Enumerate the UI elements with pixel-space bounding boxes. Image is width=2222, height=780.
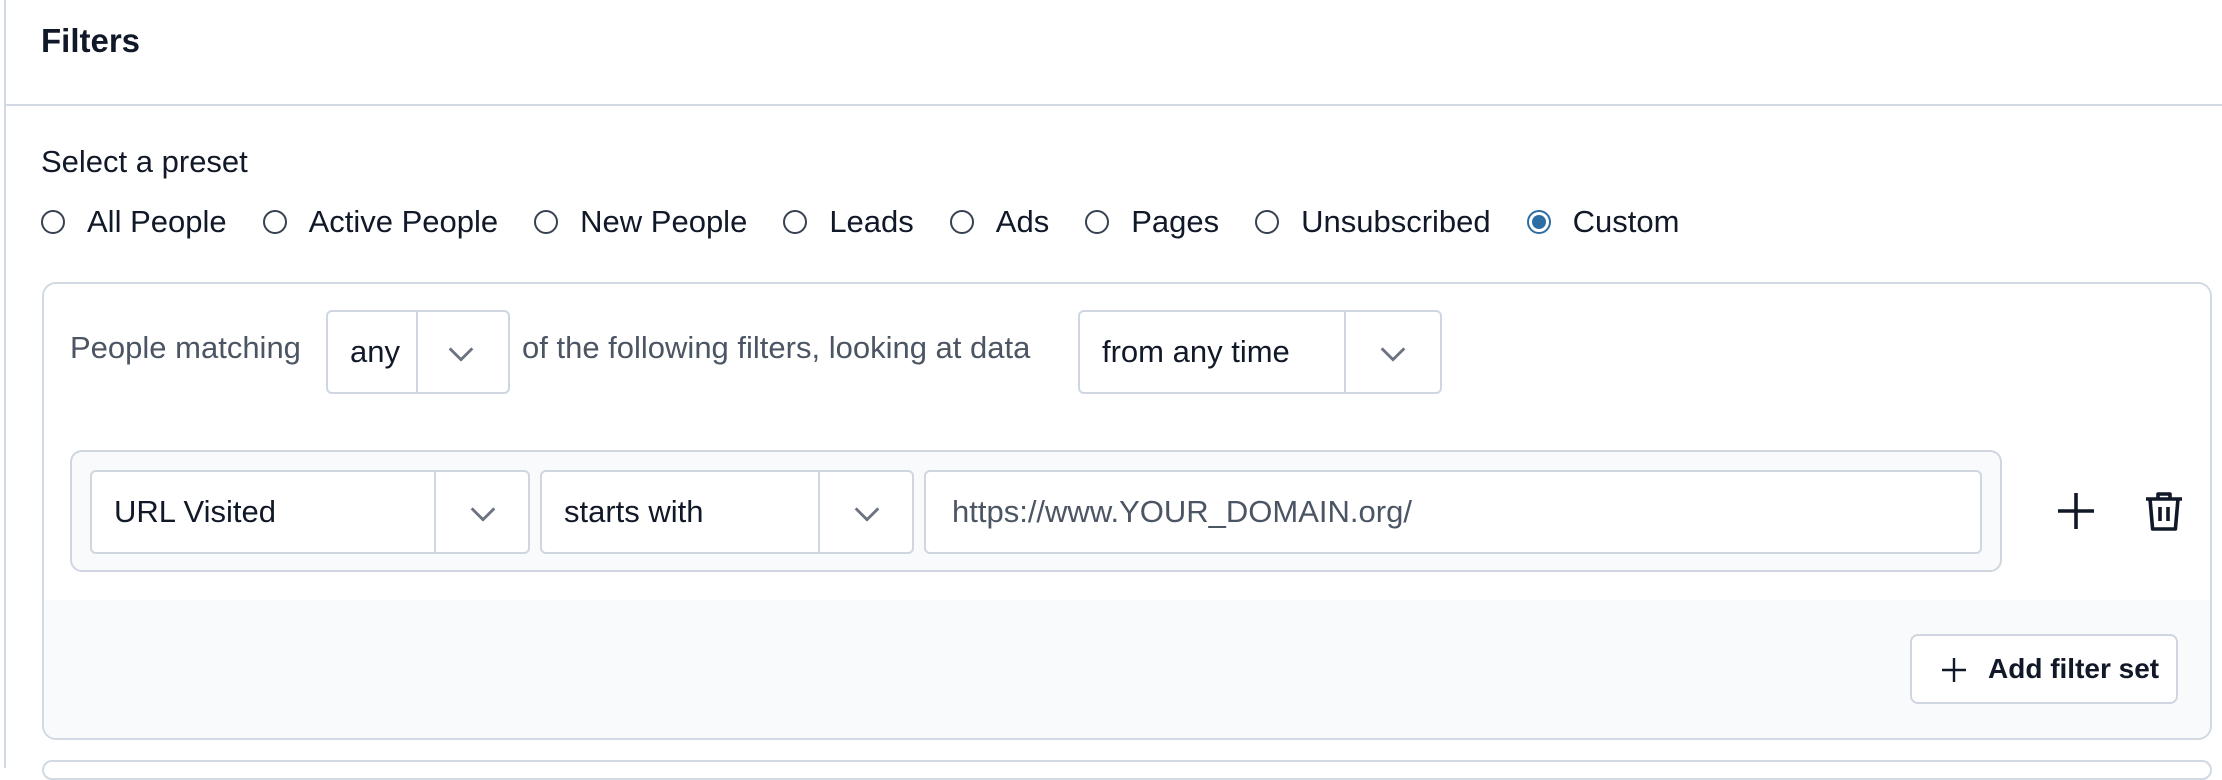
radio-label: Pages xyxy=(1131,204,1220,239)
matching-prefix-text: People matching xyxy=(70,330,301,365)
radio-leads[interactable] xyxy=(783,210,808,234)
filters-panel: Filters Select a preset All People Activ… xyxy=(4,0,2222,780)
filter-card-footer: Add filter set xyxy=(44,600,2210,738)
radio-label: Custom xyxy=(1572,204,1680,239)
preset-leads[interactable]: Leads xyxy=(783,204,914,240)
chevron-down-icon xyxy=(448,347,474,362)
radio-label: Unsubscribed xyxy=(1301,204,1491,239)
plus-icon xyxy=(1942,658,1966,682)
radio-label: Active People xyxy=(308,204,499,239)
chevron-down-icon xyxy=(854,507,880,522)
radio-pages[interactable] xyxy=(1085,210,1110,234)
preset-unsubscribed[interactable]: Unsubscribed xyxy=(1255,204,1491,240)
radio-label: Leads xyxy=(829,204,914,239)
preset-new-people[interactable]: New People xyxy=(534,204,747,240)
filter-field-select[interactable]: URL Visited xyxy=(90,470,530,554)
select-divider xyxy=(416,312,418,392)
chevron-down-icon xyxy=(470,507,496,522)
time-range-select[interactable]: from any time xyxy=(1078,310,1442,394)
radio-label: New People xyxy=(580,204,748,239)
filter-field-value: URL Visited xyxy=(114,494,276,529)
add-filter-set-label: Add filter set xyxy=(1988,653,2160,684)
matching-row: People matching any of the following fil… xyxy=(44,284,2210,424)
panel-header: Filters xyxy=(6,0,2222,106)
match-type-select[interactable]: any xyxy=(326,310,510,394)
radio-ads[interactable] xyxy=(949,210,974,234)
trash-icon[interactable] xyxy=(2140,487,2188,535)
filter-row: URL Visited starts with https://www.YOUR… xyxy=(70,450,2002,572)
filter-operator-select[interactable]: starts with xyxy=(540,470,914,554)
page-title: Filters xyxy=(41,22,141,59)
preset-active-people[interactable]: Active People xyxy=(262,204,499,240)
radio-active-people[interactable] xyxy=(262,210,287,234)
next-card-edge xyxy=(42,760,2212,780)
filter-url-input[interactable]: https://www.YOUR_DOMAIN.org/ xyxy=(924,470,1982,554)
preset-label: Select a preset xyxy=(41,144,248,179)
time-range-value: from any time xyxy=(1102,334,1290,369)
matching-middle-text: of the following filters, looking at dat… xyxy=(522,330,1031,365)
filter-card: People matching any of the following fil… xyxy=(42,282,2212,740)
add-filter-set-button[interactable]: Add filter set xyxy=(1910,634,2178,704)
chevron-down-icon xyxy=(1380,347,1406,362)
radio-label: All People xyxy=(87,204,227,239)
radio-label: Ads xyxy=(995,204,1050,239)
radio-all-people[interactable] xyxy=(41,210,65,234)
preset-all-people[interactable]: All People xyxy=(41,204,227,240)
match-type-value: any xyxy=(350,334,400,369)
filter-operator-value: starts with xyxy=(564,494,704,529)
select-divider xyxy=(434,472,436,552)
preset-radio-group: All People Active People New People Lead… xyxy=(41,204,1715,240)
select-divider xyxy=(818,472,820,552)
preset-pages[interactable]: Pages xyxy=(1085,204,1219,240)
preset-ads[interactable]: Ads xyxy=(949,204,1050,240)
radio-unsubscribed[interactable] xyxy=(1255,210,1280,234)
radio-new-people[interactable] xyxy=(534,210,559,234)
plus-icon[interactable] xyxy=(2052,487,2100,535)
radio-custom[interactable] xyxy=(1526,210,1551,234)
preset-custom[interactable]: Custom xyxy=(1526,204,1680,240)
filter-set: URL Visited starts with https://www.YOUR… xyxy=(44,422,2210,602)
select-divider xyxy=(1344,312,1346,392)
